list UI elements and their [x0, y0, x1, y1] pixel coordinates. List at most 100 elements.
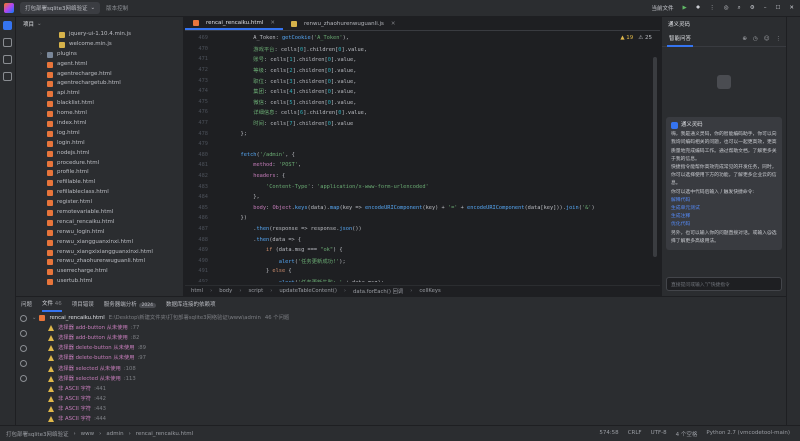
tree-item[interactable]: blacklist.html — [16, 99, 183, 109]
tree-item[interactable]: profile.html — [16, 168, 183, 178]
tree-item[interactable]: userrecharge.html — [16, 267, 183, 277]
code-line: 484 }, — [185, 192, 650, 203]
link-optimize-code[interactable]: 优化代码 — [671, 221, 777, 229]
interpreter[interactable]: Python 2.7 (vmcodetool-main) — [706, 430, 790, 438]
tree-item[interactable]: renwu_xiangxixiangguanxinxi.html — [16, 248, 183, 258]
tree-item[interactable]: jquery-ui-1.10.4.min.js — [16, 30, 183, 40]
vcs-selector[interactable]: 版本控制 — [106, 4, 128, 12]
user-icon[interactable]: ☺ — [764, 36, 770, 42]
tree-item[interactable]: rencai_rencaiku.html — [16, 218, 183, 228]
tree-item[interactable]: nodejs.html — [16, 149, 183, 159]
new-chat-icon[interactable]: ⊕ — [742, 36, 747, 42]
status-crumb[interactable]: 打包部署sqlite3网络验证 — [6, 430, 68, 438]
code-line: 477 时间: cells[7].children[0].value — [185, 118, 650, 129]
project-selector[interactable]: 打包部署sqlite3网络验证 ⌄ — [20, 2, 101, 14]
more-icon[interactable]: ⋮ — [709, 5, 715, 11]
filter-icon[interactable] — [19, 375, 27, 382]
status-crumb[interactable]: rencai_rencaiku.html — [136, 431, 193, 437]
tree-item[interactable]: home.html — [16, 109, 183, 119]
problem-file-row[interactable]: ⌄ rencai_rencaiku.html E:\Desktop\新建文件夹\… — [32, 313, 782, 323]
problem-row[interactable]: 非 ASCII 字符:442 — [32, 394, 782, 404]
collapse-icon[interactable] — [19, 360, 27, 367]
tab-rencai-rencaiku[interactable]: rencai_rencaiku.html ✕ — [185, 17, 284, 30]
problem-row[interactable]: 选择器 add-button 从未使用:82 — [32, 333, 782, 343]
breadcrumb-item[interactable]: script — [248, 288, 263, 294]
search-icon[interactable]: ⌕ — [738, 5, 741, 12]
assistant-name: 通义灵码 — [681, 122, 703, 128]
maximize-icon[interactable]: ☐ — [775, 5, 780, 11]
problem-row[interactable]: 非 ASCII 字符:444 — [32, 414, 782, 424]
breadcrumb-item[interactable]: updateTableContent() — [279, 288, 337, 294]
tree-item[interactable]: register.html — [16, 198, 183, 208]
breadcrumb-item[interactable]: data.forEach() 回调 — [353, 287, 403, 295]
project-tool-icon[interactable] — [3, 21, 12, 30]
tree-item[interactable]: agent.html — [16, 60, 183, 70]
problem-row[interactable]: 非 ASCII 字符:443 — [32, 404, 782, 414]
tab-project-errors[interactable]: 项目错误 — [72, 300, 94, 308]
more-icon[interactable]: ⋮ — [776, 36, 782, 42]
tab-smart-qa[interactable]: 智能问答 — [667, 31, 694, 47]
tree-item[interactable]: remotevariable.html — [16, 208, 183, 218]
run-config[interactable]: 当前文件 — [652, 4, 674, 12]
problem-row[interactable]: 选择器 delete-button 从未使用:97 — [32, 353, 782, 363]
tree-item[interactable]: agentrecharge.html — [16, 70, 183, 80]
tree-item[interactable]: login.html — [16, 139, 183, 149]
link-generate-comments[interactable]: 生成注释 — [671, 213, 777, 221]
chevron-down-icon[interactable]: ⌄ — [37, 21, 42, 27]
tab-db-deps[interactable]: 数据库连接的依赖项 — [166, 300, 216, 308]
editor-scrollbar[interactable] — [653, 57, 657, 257]
more-tools-icon[interactable] — [3, 72, 12, 81]
tree-item[interactable]: index.html — [16, 119, 183, 129]
breadcrumb-item[interactable]: html — [191, 288, 203, 294]
code-line: 474 集团: cells[4].children[0].value, — [185, 86, 650, 97]
warning-icon — [48, 345, 54, 352]
close-icon[interactable]: ✕ — [789, 5, 794, 11]
eye-icon[interactable] — [19, 315, 27, 322]
code-editor[interactable]: 469 A_Token: getCookie('A_Token'), 470 游戏… — [185, 33, 650, 282]
close-tab-icon[interactable]: ✕ — [391, 21, 396, 27]
tree-item[interactable]: procedure.html — [16, 159, 183, 169]
settings-icon[interactable]: ⚙ — [750, 5, 755, 11]
tab-server-analysis[interactable]: 服务器端分析 2024 — [104, 300, 157, 308]
tree-item[interactable]: api.html — [16, 89, 183, 99]
tree-item[interactable]: renwu_xiangguanxinxi.html — [16, 238, 183, 248]
breadcrumb-item[interactable]: body — [219, 288, 232, 294]
tree-item[interactable]: › plugins — [16, 50, 183, 60]
status-crumb[interactable]: www — [81, 431, 95, 437]
problem-row[interactable]: 选择器 selected 从未使用:113 — [32, 374, 782, 384]
tree-item[interactable]: renwu_login.html — [16, 228, 183, 238]
commit-tool-icon[interactable] — [3, 38, 12, 47]
debug-icon[interactable]: ✹ — [696, 5, 701, 11]
tree-item[interactable]: welcome.min.js — [16, 40, 183, 50]
line-separator[interactable]: CRLF — [628, 430, 642, 438]
tab-renwu-zhaohurenwuguanli[interactable]: renwu_zhaohurenwuguanli.js ✕ — [283, 17, 403, 30]
caret-position[interactable]: 574:58 — [599, 430, 618, 438]
close-tab-icon[interactable]: ✕ — [270, 20, 275, 26]
settings-icon[interactable] — [19, 330, 27, 337]
structure-tool-icon[interactable] — [3, 55, 12, 64]
ai-chat-input[interactable]: 直接提问或输入"/"快捷指令 — [666, 277, 782, 291]
problem-row[interactable]: 选择器 add-button 从未使用:77 — [32, 323, 782, 333]
tree-item[interactable]: refillableclass.html — [16, 188, 183, 198]
tree-item[interactable]: usertub.html — [16, 277, 183, 287]
run-icon[interactable]: ▶ — [683, 5, 687, 11]
tab-problems[interactable]: 问题 — [21, 300, 32, 308]
minimize-icon[interactable]: – — [764, 5, 767, 11]
history-icon[interactable]: ◷ — [753, 36, 758, 42]
file-encoding[interactable]: UTF-8 — [651, 430, 667, 438]
indent-setting[interactable]: 4 个空格 — [676, 430, 698, 438]
link-generate-tests[interactable]: 生成单元测试 — [671, 205, 777, 213]
tree-item[interactable]: log.html — [16, 129, 183, 139]
ai-icon[interactable]: ◎ — [724, 5, 729, 11]
problem-row[interactable]: 选择器 selected 从未使用:108 — [32, 363, 782, 373]
link-explain-code[interactable]: 解释代码 — [671, 197, 777, 205]
problem-row[interactable]: 非 ASCII 字符:441 — [32, 384, 782, 394]
tree-item[interactable]: agentrechargetub.html — [16, 79, 183, 89]
expand-icon[interactable] — [19, 345, 27, 352]
tree-item[interactable]: refillable.html — [16, 178, 183, 188]
status-crumb[interactable]: admin — [106, 431, 123, 437]
tab-file[interactable]: 文件 46 — [42, 296, 62, 312]
tree-item[interactable]: renwu_zhaohurenwuguanli.html — [16, 257, 183, 267]
breadcrumb-item[interactable]: cellKeys — [419, 288, 440, 294]
problem-row[interactable]: 选择器 delete-button 从未使用:89 — [32, 343, 782, 353]
